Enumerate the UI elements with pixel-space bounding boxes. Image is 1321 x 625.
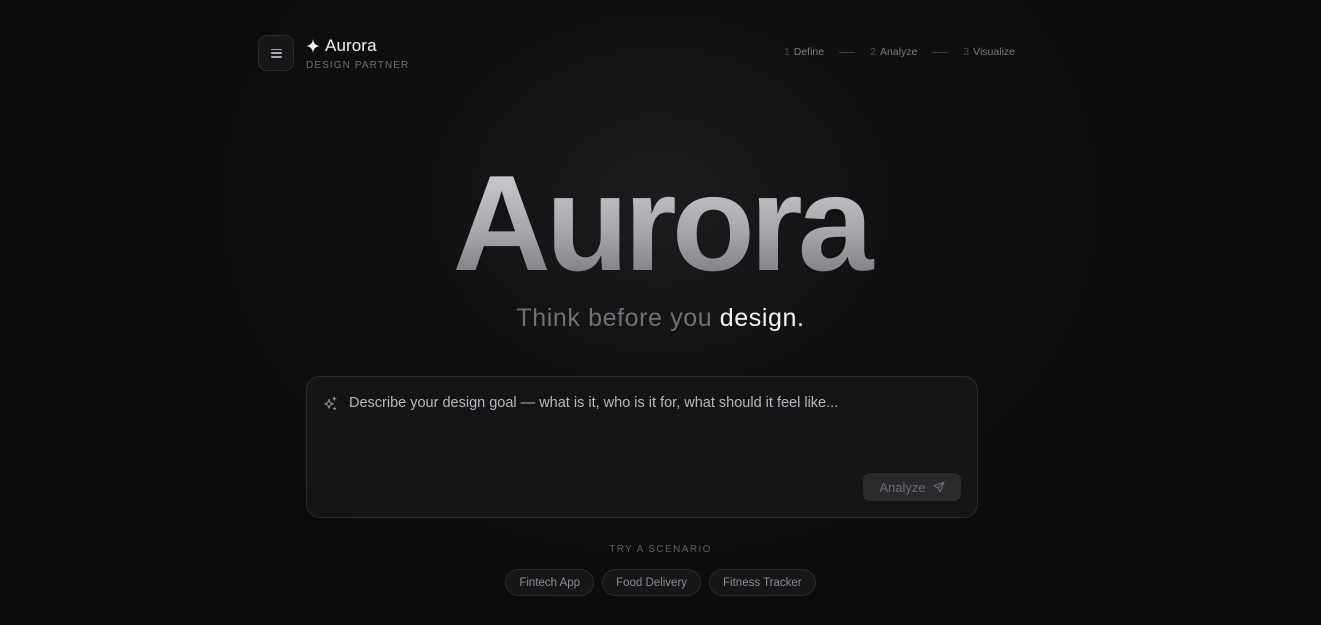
analyze-button[interactable]: Analyze bbox=[863, 473, 961, 501]
app-header: Aurora DESIGN PARTNER 1 Define 2 Analyze… bbox=[258, 35, 1015, 71]
hamburger-icon bbox=[270, 48, 282, 58]
step-visualize[interactable]: 3 Visualize bbox=[963, 46, 1015, 58]
step-analyze[interactable]: 2 Analyze bbox=[870, 46, 917, 58]
sparkle-icon bbox=[324, 396, 337, 411]
scenario-chip-fintech[interactable]: Fintech App bbox=[505, 569, 595, 596]
hero-title: Aurora bbox=[0, 148, 1321, 298]
menu-button[interactable] bbox=[258, 35, 294, 71]
analyze-button-label: Analyze bbox=[879, 479, 926, 495]
brand: Aurora DESIGN PARTNER bbox=[306, 36, 409, 71]
step-divider bbox=[839, 51, 856, 53]
scenario-chips: Fintech App Food Delivery Fitness Tracke… bbox=[0, 569, 1321, 596]
step-label: Define bbox=[793, 46, 825, 58]
brand-name: Aurora bbox=[325, 36, 377, 55]
four-point-star-icon bbox=[306, 39, 320, 53]
step-label: Analyze bbox=[879, 46, 918, 58]
design-goal-input[interactable] bbox=[349, 393, 959, 453]
design-goal-composer: Analyze bbox=[306, 376, 978, 518]
scenario-chip-food-delivery[interactable]: Food Delivery bbox=[602, 569, 702, 596]
step-divider bbox=[932, 51, 949, 53]
step-number: 2 bbox=[870, 46, 876, 58]
hero-tagline: Think before you design. bbox=[0, 304, 1321, 333]
tagline-accent: design. bbox=[719, 304, 805, 332]
step-progress: 1 Define 2 Analyze 3 Visualize bbox=[784, 46, 1015, 58]
brand-subtitle: DESIGN PARTNER bbox=[306, 60, 410, 71]
scenario-section-label: TRY A SCENARIO bbox=[609, 544, 712, 555]
step-number: 3 bbox=[963, 46, 970, 58]
step-label: Visualize bbox=[973, 46, 1015, 58]
tagline-prefix: Think before you bbox=[516, 304, 713, 332]
step-number: 1 bbox=[783, 46, 790, 58]
step-define[interactable]: 1 Define bbox=[784, 46, 824, 58]
send-icon bbox=[933, 481, 945, 493]
scenario-chip-fitness-tracker[interactable]: Fitness Tracker bbox=[709, 569, 816, 596]
